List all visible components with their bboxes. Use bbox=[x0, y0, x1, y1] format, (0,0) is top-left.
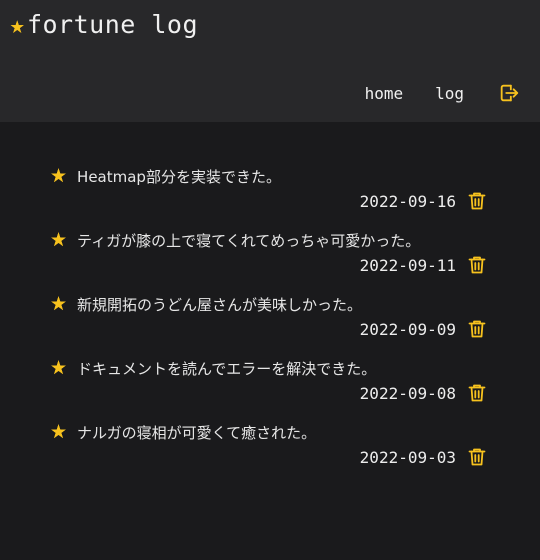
trash-icon[interactable] bbox=[468, 447, 486, 467]
top-nav: home log bbox=[365, 82, 520, 104]
list-item: ★ ナルガの寝相が可愛くて癒された。 2022-09-03 bbox=[0, 416, 540, 480]
trash-icon[interactable] bbox=[468, 383, 486, 403]
app-title: fortune log bbox=[26, 10, 199, 39]
star-icon: ★ bbox=[50, 293, 68, 315]
log-list: ★ Heatmap部分を実装できた。 2022-09-16 ★ ティガが膝の上で… bbox=[0, 160, 540, 480]
logout-icon[interactable] bbox=[498, 82, 520, 104]
list-item: ★ ティガが膝の上で寝てくれてめっちゃ可愛かった。 2022-09-11 bbox=[0, 224, 540, 288]
entry-date: 2022-09-03 bbox=[359, 447, 456, 467]
star-icon: ★ bbox=[50, 357, 68, 379]
app-header: ★ fortune log home log bbox=[0, 0, 540, 122]
star-icon: ★ bbox=[50, 229, 68, 251]
entry-date: 2022-09-09 bbox=[359, 319, 456, 339]
entry-text: 新規開拓のうどん屋さんが美味しかった。 bbox=[77, 296, 363, 314]
list-item: ★ 新規開拓のうどん屋さんが美味しかった。 2022-09-09 bbox=[0, 288, 540, 352]
trash-icon[interactable] bbox=[468, 191, 486, 211]
star-icon: ★ bbox=[10, 10, 25, 39]
app-brand[interactable]: ★ fortune log bbox=[10, 10, 198, 39]
entry-text: ティガが膝の上で寝てくれてめっちゃ可愛かった。 bbox=[77, 232, 421, 250]
entry-text: ナルガの寝相が可愛くて癒された。 bbox=[77, 424, 317, 442]
entry-date: 2022-09-11 bbox=[359, 255, 456, 275]
trash-icon[interactable] bbox=[468, 319, 486, 339]
entry-date: 2022-09-08 bbox=[359, 383, 456, 403]
entry-text: Heatmap部分を実装できた。 bbox=[77, 168, 281, 186]
star-icon: ★ bbox=[50, 421, 68, 443]
entry-text: ドキュメントを読んでエラーを解決できた。 bbox=[77, 360, 377, 378]
nav-log-link[interactable]: log bbox=[435, 84, 464, 103]
list-item: ★ ドキュメントを読んでエラーを解決できた。 2022-09-08 bbox=[0, 352, 540, 416]
nav-home-link[interactable]: home bbox=[365, 84, 404, 103]
entry-date: 2022-09-16 bbox=[359, 191, 456, 211]
list-item: ★ Heatmap部分を実装できた。 2022-09-16 bbox=[0, 160, 540, 224]
trash-icon[interactable] bbox=[468, 255, 486, 275]
star-icon: ★ bbox=[50, 165, 68, 187]
